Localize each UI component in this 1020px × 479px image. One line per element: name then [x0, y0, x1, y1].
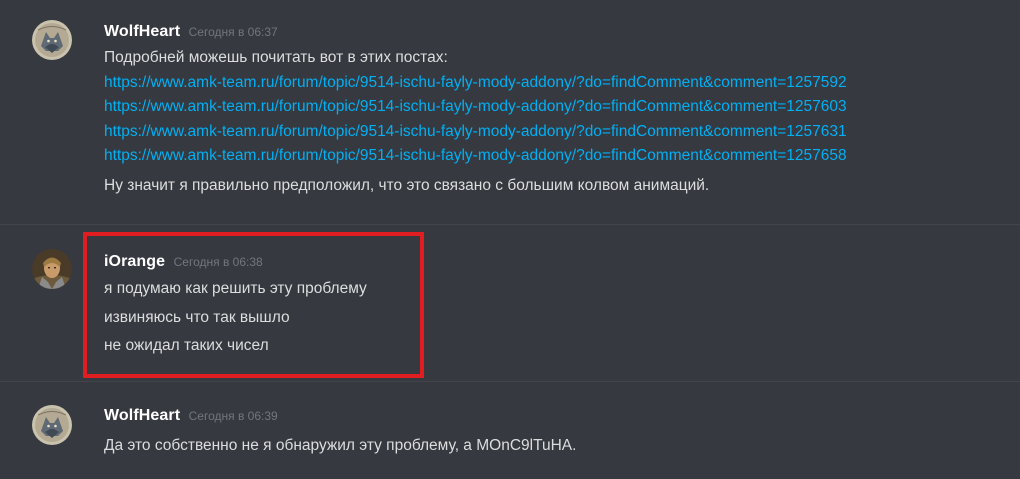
- message-text: я подумаю как решить эту проблему: [104, 280, 367, 297]
- message-divider: [0, 224, 1020, 225]
- message-link[interactable]: https://www.amk-team.ru/forum/topic/9514…: [104, 72, 847, 94]
- message-header: iOrange Сегодня в 06:38: [104, 253, 263, 277]
- message-timestamp[interactable]: Сегодня в 06:39: [189, 409, 278, 423]
- message-header: WolfHeart Сегодня в 06:37: [104, 23, 278, 47]
- author-name[interactable]: iOrange: [104, 253, 165, 270]
- avatar[interactable]: [32, 249, 72, 289]
- wolf-avatar-icon: [32, 20, 72, 60]
- message-text: Ну значит я правильно предположил, что э…: [104, 177, 710, 194]
- message-link[interactable]: https://www.amk-team.ru/forum/topic/9514…: [104, 96, 847, 118]
- message-header: WolfHeart Сегодня в 06:39: [104, 407, 278, 431]
- message-timestamp[interactable]: Сегодня в 06:38: [174, 255, 263, 269]
- chat-messages: WolfHeart Сегодня в 06:37 Подробней може…: [0, 0, 1020, 479]
- message-text: Да это собственно не я обнаружил эту про…: [104, 437, 577, 454]
- author-name[interactable]: WolfHeart: [104, 23, 180, 40]
- avatar[interactable]: [32, 20, 72, 60]
- author-name[interactable]: WolfHeart: [104, 407, 180, 424]
- message-timestamp[interactable]: Сегодня в 06:37: [189, 25, 278, 39]
- knight-avatar-icon: [32, 249, 72, 289]
- message-text: Подробней можешь почитать вот в этих пос…: [104, 49, 448, 66]
- avatar[interactable]: [32, 405, 72, 445]
- message-divider: [0, 381, 1020, 382]
- message-text: извиняюсь что так вышло: [104, 309, 290, 326]
- message-text: не ожидал таких чисел: [104, 337, 269, 354]
- wolf-avatar-icon: [32, 405, 72, 445]
- message-link[interactable]: https://www.amk-team.ru/forum/topic/9514…: [104, 145, 847, 167]
- message-link[interactable]: https://www.amk-team.ru/forum/topic/9514…: [104, 121, 847, 143]
